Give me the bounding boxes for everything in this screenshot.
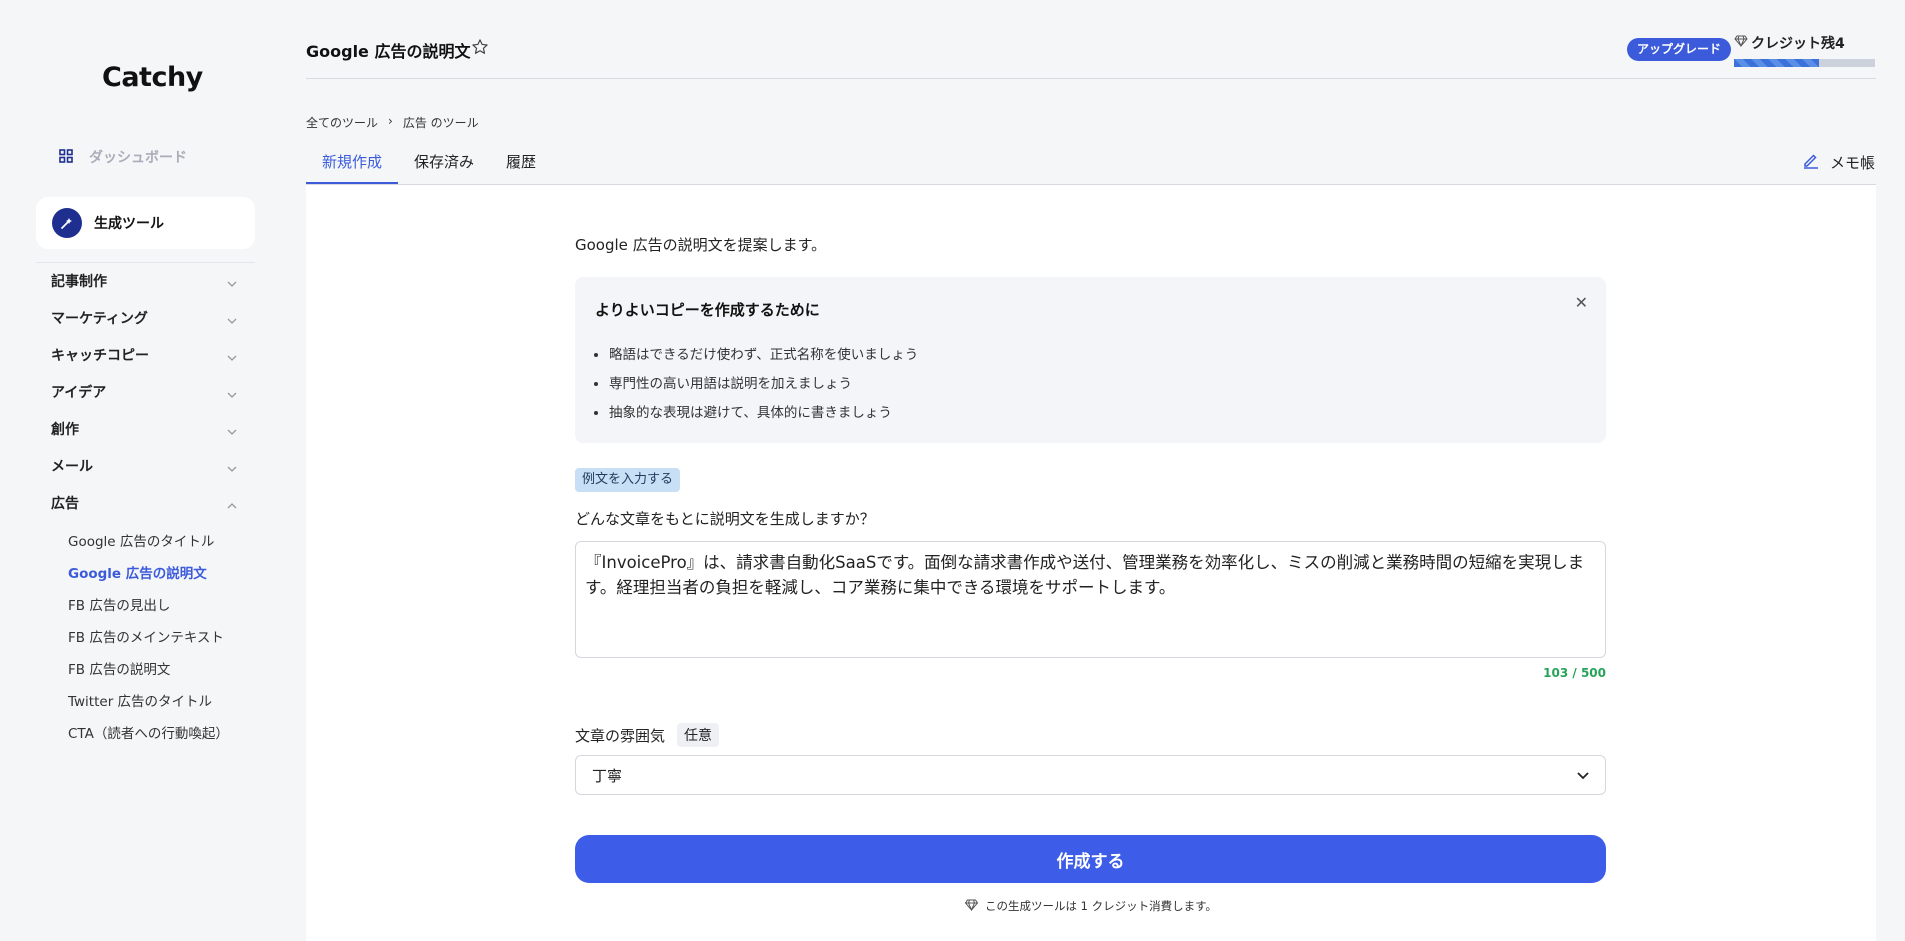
diamond-icon — [964, 899, 979, 914]
tab-history[interactable]: 履歴 — [490, 150, 552, 184]
tips-list: 略語はできるだけ使わず、正式名称を使いましょう 専門性の高い用語は説明を加えまし… — [609, 345, 918, 432]
sample-input-button[interactable]: 例文を入力する — [575, 468, 681, 492]
chevron-up-icon — [227, 494, 237, 513]
tab-saved[interactable]: 保存済み — [398, 150, 490, 184]
header-divider — [306, 78, 1876, 79]
tab-bar: 新規作成 保存済み 履歴 — [306, 150, 552, 184]
sidebar-item-label: ダッシュボード — [89, 150, 187, 166]
sidebar-item-dashboard[interactable]: ダッシュボード — [59, 145, 187, 169]
credit-progress-fill — [1734, 59, 1819, 67]
tone-label: 文章の雰囲気 — [575, 726, 666, 745]
tone-select-value: 丁寧 — [592, 766, 623, 785]
character-count: 103 / 500 — [1543, 666, 1606, 680]
sidebar-item-label: 生成ツール — [94, 216, 164, 232]
close-icon[interactable]: ✕ — [1575, 293, 1588, 312]
category-label: 記事制作 — [51, 274, 107, 290]
diamond-icon — [1734, 35, 1748, 51]
category-article[interactable]: 記事制作 — [51, 270, 237, 292]
category-idea[interactable]: アイデア — [51, 381, 237, 403]
tip-item: 略語はできるだけ使わず、正式名称を使いましょう — [609, 345, 918, 374]
breadcrumb-all-tools[interactable]: 全てのツール — [306, 114, 378, 131]
create-button[interactable]: 作成する — [575, 835, 1606, 883]
sidebar-subitem[interactable]: Twitter 広告のタイトル — [68, 692, 212, 712]
category-marketing[interactable]: マーケティング — [51, 307, 237, 329]
category-label: アイデア — [51, 385, 107, 401]
chevron-down-icon — [227, 420, 237, 439]
divider — [36, 262, 255, 263]
sidebar-subitem[interactable]: FB 広告のメインテキスト — [68, 628, 224, 648]
optional-badge: 任意 — [677, 723, 720, 747]
wand-icon — [52, 208, 82, 238]
category-label: キャッチコピー — [51, 348, 149, 364]
category-catchcopy[interactable]: キャッチコピー — [51, 344, 237, 366]
credit-note-text: この生成ツールは 1 クレジット消費します。 — [985, 899, 1217, 913]
breadcrumb-ad-tools[interactable]: 広告 のツール — [403, 114, 479, 131]
input-question-label: どんな文章をもとに説明文を生成しますか？ — [575, 510, 875, 528]
upgrade-button[interactable]: アップグレード — [1627, 38, 1732, 61]
sidebar-subitem[interactable]: FB 広告の見出し — [68, 596, 170, 616]
category-label: 広告 — [51, 496, 79, 512]
sidebar-subitem[interactable]: Google 広告のタイトル — [68, 532, 214, 552]
chevron-down-icon — [1577, 766, 1589, 784]
grid-icon — [59, 148, 73, 167]
category-mail[interactable]: メール — [51, 455, 237, 477]
chevron-down-icon — [227, 309, 237, 328]
tip-item: 専門性の高い用語は説明を加えましょう — [609, 374, 918, 403]
page-title: Google 広告の説明文 — [306, 42, 471, 61]
credit-progress-bar — [1734, 59, 1875, 67]
chevron-down-icon — [227, 457, 237, 476]
category-label: 創作 — [51, 422, 79, 438]
tip-item: 抽象的な表現は避けて、具体的に書きましょう — [609, 403, 918, 432]
source-text-input[interactable]: 『InvoicePro』は、請求書自動化SaaSです。面倒な請求書作成や送付、管… — [575, 541, 1606, 658]
memo-label: メモ帳 — [1829, 153, 1875, 172]
credit-text: クレジット残4 — [1751, 36, 1845, 52]
breadcrumb-separator: › — [388, 114, 393, 128]
tab-new[interactable]: 新規作成 — [306, 150, 399, 184]
category-label: マーケティング — [51, 311, 148, 327]
chevron-down-icon — [227, 272, 237, 291]
memo-button[interactable]: メモ帳 — [1802, 151, 1875, 173]
tone-select[interactable]: 丁寧 — [575, 755, 1606, 795]
tips-title: よりよいコピーを作成するために — [595, 301, 820, 319]
sidebar-subitem[interactable]: FB 広告の説明文 — [68, 660, 170, 680]
category-ads[interactable]: 広告 — [51, 492, 237, 514]
chevron-down-icon — [227, 383, 237, 402]
sidebar-subitem[interactable]: CTA（読者への行動喚起） — [68, 724, 229, 744]
sidebar-subitem-active[interactable]: Google 広告の説明文 — [68, 564, 207, 584]
tips-box: よりよいコピーを作成するために ✕ 略語はできるだけ使わず、正式名称を使いましょ… — [575, 277, 1606, 443]
sidebar: Catchy ダッシュボード 生成ツール 記事制作 マーケティング キャッチコピ… — [0, 0, 290, 941]
tab-divider — [306, 184, 1876, 185]
credit-display: クレジット残4 — [1734, 33, 1845, 53]
pencil-icon — [1802, 151, 1820, 173]
star-icon[interactable] — [471, 38, 489, 60]
app-logo[interactable]: Catchy — [102, 62, 203, 93]
tool-description: Google 広告の説明文を提案します。 — [575, 236, 827, 254]
chevron-down-icon — [227, 346, 237, 365]
sidebar-item-generator[interactable]: 生成ツール — [36, 197, 255, 249]
category-label: メール — [51, 459, 93, 475]
tone-label-row: 文章の雰囲気 任意 — [575, 723, 720, 747]
credit-note: この生成ツールは 1 クレジット消費します。 — [575, 898, 1606, 914]
breadcrumb: 全てのツール › 広告 のツール — [306, 114, 479, 131]
category-creative[interactable]: 創作 — [51, 418, 237, 440]
